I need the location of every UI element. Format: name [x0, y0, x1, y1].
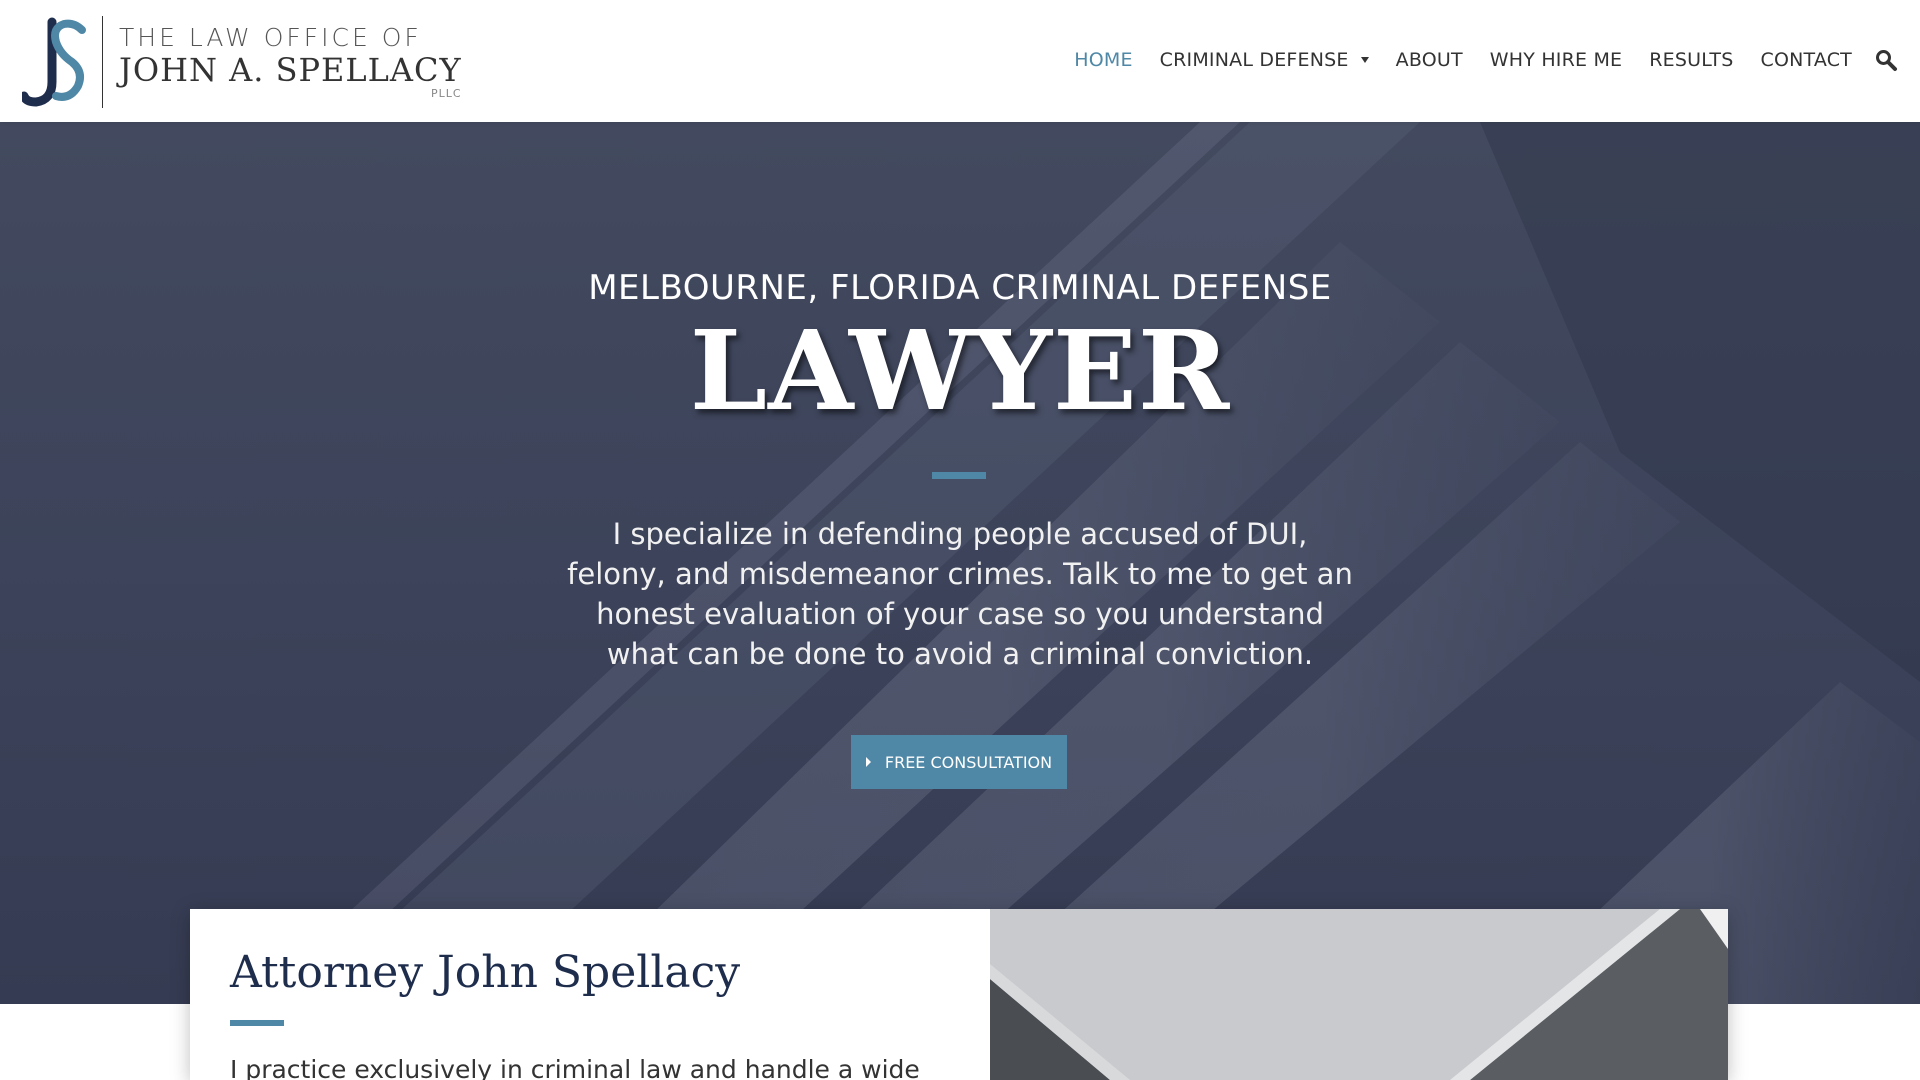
hero-title: LAWYER — [689, 306, 1231, 435]
nav-item-home[interactable]: HOME — [1074, 49, 1132, 71]
nav-item-label: HOME — [1074, 49, 1133, 71]
attorney-intro-paragraph: I practice exclusively in criminal law a… — [230, 1055, 920, 1080]
cta-label: FREE CONSULTATION — [884, 752, 1053, 772]
caret-down-icon — [1360, 57, 1369, 63]
caret-right-icon — [865, 757, 871, 767]
nav-item-why-hire-me[interactable]: WHY HIRE ME — [1490, 49, 1622, 71]
hero-section: MELBOURNE, FLORIDA CRIMINAL DEFENSE LAWY… — [0, 122, 1920, 1004]
js-monogram-icon — [19, 16, 88, 108]
logo-divider — [102, 16, 103, 108]
attorney-heading: Attorney John Spellacy — [230, 947, 741, 998]
attorney-intro-text: Attorney John Spellacy I practice exclus… — [190, 909, 990, 1080]
search-icon[interactable] — [1874, 48, 1898, 72]
courthouse-photo — [990, 909, 1728, 1080]
logo-line-1: THE LAW OFFICE OF — [119, 23, 422, 52]
attorney-intro-card: Attorney John Spellacy I practice exclus… — [190, 909, 1728, 1080]
nav-item-label: RESULTS — [1649, 49, 1734, 71]
site-header: THE LAW OFFICE OF JOHN A. SPELLACY PLLC … — [0, 0, 1920, 122]
main-nav: HOME CRIMINAL DEFENSE ABOUT WHY HIRE ME … — [1047, 48, 1898, 72]
nav-item-criminal-defense[interactable]: CRIMINAL DEFENSE — [1160, 49, 1369, 71]
hero-subtitle: MELBOURNE, FLORIDA CRIMINAL DEFENSE — [588, 268, 1332, 308]
nav-item-label: WHY HIRE ME — [1489, 49, 1623, 71]
logo-text: THE LAW OFFICE OF JOHN A. SPELLACY PLLC — [119, 25, 462, 99]
hero-divider — [932, 472, 986, 479]
nav-item-results[interactable]: RESULTS — [1649, 49, 1733, 71]
site-logo[interactable]: THE LAW OFFICE OF JOHN A. SPELLACY PLLC — [19, 16, 462, 108]
nav-item-about[interactable]: ABOUT — [1396, 49, 1463, 71]
logo-line-2: JOHN A. SPELLACY — [119, 51, 462, 89]
nav-item-label: CRIMINAL DEFENSE — [1159, 49, 1349, 71]
attorney-heading-divider — [230, 1020, 284, 1026]
nav-item-label: CONTACT — [1760, 49, 1852, 71]
nav-item-contact[interactable]: CONTACT — [1760, 49, 1852, 71]
logo-line-3: PLLC — [431, 87, 462, 100]
hero-description: I specialize in defending people accused… — [567, 517, 1353, 671]
free-consultation-button[interactable]: FREE CONSULTATION — [851, 735, 1067, 789]
nav-item-label: ABOUT — [1395, 49, 1463, 71]
